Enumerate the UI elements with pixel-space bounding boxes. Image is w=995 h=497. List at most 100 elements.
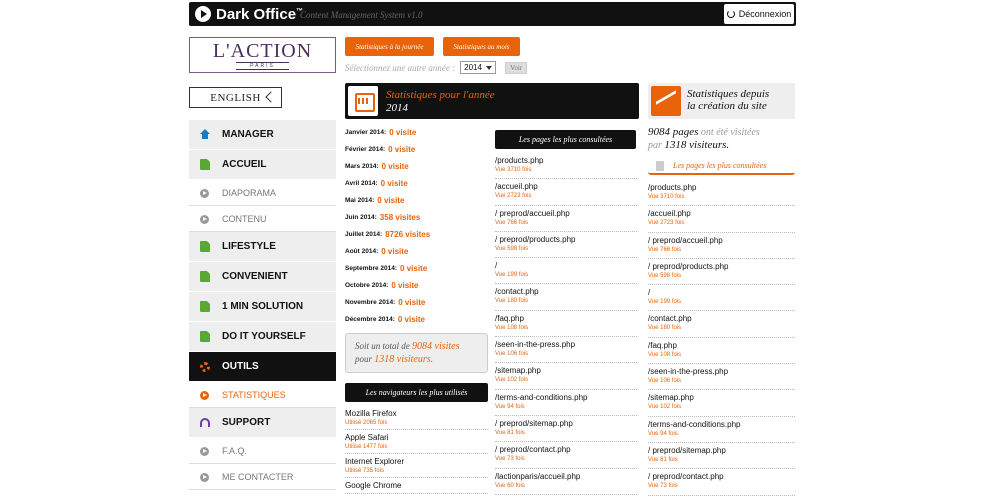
site-logo[interactable]: L'ACTION PARIS <box>189 37 336 73</box>
sidebar-item-label: DO IT YOURSELF <box>222 331 306 342</box>
total-mid: pour <box>355 354 373 364</box>
month-visits: 0 visite <box>381 162 409 171</box>
site-page-row-name: /faq.php <box>648 340 677 350</box>
document-icon <box>200 241 210 252</box>
site-page-row-count: Vue 73 fois <box>648 483 678 490</box>
page-row: /lactionparis/accueil.php Vue 60 fois <box>495 469 637 495</box>
page-row-count: Vue 108 fois <box>495 324 529 331</box>
site-page-row-count: Vue 108 fois <box>648 351 682 358</box>
total-prefix: Soit un total de <box>355 341 410 351</box>
sidebar-item-me-contacter[interactable]: ME CONTACTER <box>189 464 336 490</box>
document-icon <box>200 159 210 170</box>
year-stats-year: 2014 <box>386 102 408 114</box>
year-stats-title: Statistiques pour l'année <box>386 89 495 101</box>
trend-chart-icon <box>651 86 681 116</box>
sidebar-item-1-min-solution[interactable]: 1 MIN SOLUTION <box>189 292 336 322</box>
sidebar-item-support[interactable]: SUPPORT <box>189 408 336 438</box>
brand-subtitle: Content Management System v1.0 <box>300 10 423 20</box>
sidebar-item-do-it-yourself[interactable]: DO IT YOURSELF <box>189 322 336 352</box>
year-pages-title: Les pages les plus consultées <box>495 130 636 149</box>
browsers-title: Les navigateurs les plus utilisés <box>345 383 488 402</box>
site-page-row: / preprod/sitemap.php Vue 81 fois <box>648 443 795 470</box>
language-switch-button[interactable]: ENGLISH <box>189 87 282 108</box>
month-row: Juin 2014: 358 visites <box>345 209 490 226</box>
page-row-count: Vue 2723 fois <box>495 193 532 200</box>
month-visits: 358 visites <box>379 213 421 222</box>
site-page-row-count: Vue 3710 fois <box>648 194 685 200</box>
chevron-left-icon <box>265 91 277 103</box>
sidebar-item-f-a-q[interactable]: F.A.Q. <box>189 438 336 464</box>
page-row: /faq.php Vue 108 fois <box>495 311 637 338</box>
daily-stats-button[interactable]: Statistiques à la journée <box>345 37 434 56</box>
month-row: Juillet 2014: 8726 visites <box>345 226 490 243</box>
arrow-circle-icon <box>200 391 209 400</box>
site-stats-title-line1: Statistiques depuis <box>687 88 770 100</box>
month-name: Mai 2014: <box>345 197 375 204</box>
page-row-count: Vue 766 fois <box>495 219 529 226</box>
sidebar-item-accueil[interactable]: ACCUEIL <box>189 150 336 180</box>
month-visits: 8726 visites <box>385 230 431 239</box>
top-bar: Dark Office™ Content Management System v… <box>189 2 796 26</box>
sidebar-item-manager[interactable]: MANAGER <box>189 120 336 150</box>
page-row-count: Vue 199 fois <box>495 272 529 279</box>
sidebar-item-label: CONVENIENT <box>222 271 288 282</box>
month-name: Octobre 2014: <box>345 282 389 289</box>
site-page-row: / preprod/products.php Vue 598 fois <box>648 259 795 286</box>
site-page-row-name: / preprod/contact.php <box>648 472 724 482</box>
month-name: Décembre 2014: <box>345 316 395 323</box>
page-row-name: /products.php <box>495 156 544 165</box>
page-row-name: /seen-in-the-press.php <box>495 340 576 350</box>
home-icon <box>200 129 210 140</box>
page-row: / preprod/products.php Vue 598 fois <box>495 232 637 259</box>
site-page-row-count: Vue 2723 fois <box>648 220 685 227</box>
site-stats-header: Statistiques depuis la création du site <box>648 83 795 119</box>
document-icon <box>200 271 210 282</box>
sidebar-item-label: SUPPORT <box>222 417 271 428</box>
site-page-row: /terms-and-conditions.php Vue 94 fois <box>648 417 795 443</box>
page-row-name: / preprod/sitemap.php <box>495 418 573 428</box>
browser-row: Internet Explorer Utilisé 735 fois <box>345 454 488 478</box>
sidebar-item-diaporama[interactable]: DIAPORAMA <box>189 180 336 206</box>
arrow-circle-icon <box>200 447 209 456</box>
sidebar-item-contenu[interactable]: CONTENU <box>189 206 336 232</box>
year-selector-row: Sélectionnez une autre année : 2014 Voir <box>345 61 528 74</box>
year-prompt: Sélectionnez une autre année : <box>345 62 456 73</box>
page-row-count: Vue 102 fois <box>495 377 529 384</box>
logo-title: L'ACTION <box>212 39 313 62</box>
page-row: / preprod/accueil.php Vue 766 fois <box>495 206 637 232</box>
sidebar-item-convenient[interactable]: CONVENIENT <box>189 262 336 292</box>
page-row-count: Vue 180 fois <box>495 298 529 305</box>
page-row-name: /lactionparis/accueil.php <box>495 471 581 481</box>
month-visits: 0 visite <box>381 247 409 256</box>
site-page-row-count: Vue 94 fois <box>648 430 678 437</box>
document-icon <box>656 161 664 171</box>
site-pages-title-label: Les pages les plus consultées <box>673 161 767 170</box>
sidebar-item-label: DIAPORAMA <box>222 187 277 198</box>
sidebar-item-statistiques[interactable]: STATISTIQUES <box>189 382 336 408</box>
month-visits: 0 visite <box>397 315 426 324</box>
month-name: Février 2014: <box>345 146 386 153</box>
sidebar-item-label: LIFESTYLE <box>222 241 276 252</box>
page-row-name: /terms-and-conditions.php <box>495 392 588 402</box>
headset-icon <box>200 418 210 427</box>
page-row-count: Vue 3710 fois <box>495 167 532 173</box>
month-visits: 0 visite <box>380 179 408 188</box>
logout-button[interactable]: Déconnexion <box>724 4 794 24</box>
language-label: ENGLISH <box>210 91 261 104</box>
month-name: Mars 2014: <box>345 163 379 170</box>
monthly-stats-button[interactable]: Statistiques au mois <box>443 37 520 56</box>
sidebar-item-outils[interactable]: OUTILS <box>189 352 336 382</box>
site-stats-title-line2: la création du site <box>687 100 767 112</box>
site-page-row: / Vue 199 fois <box>648 285 795 312</box>
site-page-row-name: / preprod/accueil.php <box>648 235 723 245</box>
sidebar-item-lifestyle[interactable]: LIFESTYLE <box>189 232 336 262</box>
page-row: /contact.php Vue 180 fois <box>495 284 637 311</box>
browser-row: Google Chrome <box>345 478 488 494</box>
site-pages-count: 9084 pages <box>648 126 699 138</box>
year-select[interactable]: 2014 <box>460 61 497 74</box>
view-year-button[interactable]: Voir <box>505 61 528 74</box>
sidebar-item-label: MANAGER <box>222 129 274 140</box>
power-icon <box>726 10 735 18</box>
month-name: Septembre 2014: <box>345 265 398 272</box>
sidebar-item-label: OUTILS <box>222 361 259 372</box>
